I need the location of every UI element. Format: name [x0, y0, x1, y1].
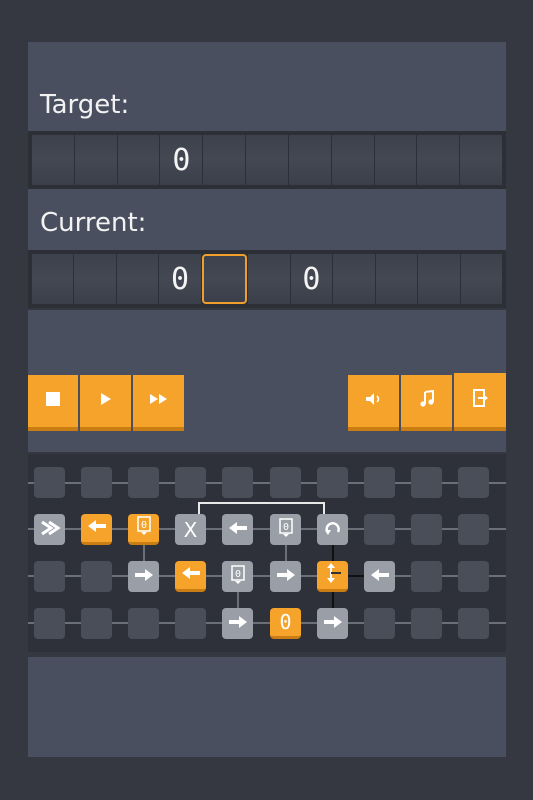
board-slot-empty[interactable] — [364, 514, 395, 545]
board-node-read-cell[interactable]: 0 — [270, 514, 301, 545]
board-slot-empty[interactable] — [364, 467, 395, 498]
stop-icon — [45, 391, 61, 411]
read-cell-icon: 0 — [230, 564, 246, 589]
target-tape-cell — [74, 135, 117, 185]
current-tape-cell — [248, 254, 290, 304]
current-tape-cell — [32, 254, 74, 304]
board-slot-empty[interactable] — [458, 561, 489, 592]
board-slot-empty[interactable] — [317, 467, 348, 498]
arrow-right-icon — [227, 614, 249, 634]
arrow-left-icon — [369, 567, 391, 587]
target-tape: 0 — [28, 131, 506, 189]
board-slot-empty[interactable] — [175, 467, 206, 498]
exit-icon — [471, 388, 489, 412]
svg-text:0: 0 — [234, 569, 240, 580]
play-button[interactable] — [80, 375, 131, 431]
board-slot-empty[interactable] — [34, 467, 65, 498]
board-node-read-cell[interactable]: 0 — [222, 561, 253, 592]
current-tape-cell — [116, 254, 159, 304]
board-slot-empty[interactable] — [411, 561, 442, 592]
branch-icon — [323, 562, 343, 588]
target-tape-cell: 0 — [160, 135, 203, 185]
target-tape-cell — [117, 135, 160, 185]
sound-button[interactable] — [348, 375, 399, 431]
arrow-left-icon — [86, 518, 108, 538]
target-tape-cell — [417, 135, 460, 185]
svg-text:0: 0 — [140, 520, 146, 531]
board-slot-empty[interactable] — [34, 561, 65, 592]
target-tape-cell — [331, 135, 374, 185]
speaker-icon — [364, 391, 384, 411]
read-cell-icon: 0 — [278, 517, 294, 542]
current-tape-cell: 0 — [159, 254, 201, 304]
start-icon — [39, 520, 61, 540]
current-tape-cell: 0 — [290, 254, 333, 304]
current-tape-cell — [460, 254, 502, 304]
program-board: 0 X 0 0 0 — [28, 454, 506, 652]
board-slot-empty[interactable] — [458, 467, 489, 498]
current-tape-cell — [74, 254, 116, 304]
board-slot-empty[interactable] — [81, 467, 112, 498]
exit-button[interactable] — [454, 373, 506, 431]
fast-forward-icon — [148, 391, 170, 411]
svg-text:0: 0 — [282, 522, 288, 533]
current-label: Current: — [40, 208, 147, 238]
current-tape: 00 — [28, 250, 506, 308]
read-cell-icon: 0 — [136, 516, 152, 540]
board-slot-empty[interactable] — [128, 467, 159, 498]
board-node-loop[interactable] — [317, 514, 348, 545]
current-tape-cell — [333, 254, 375, 304]
arrow-right-icon — [275, 567, 297, 587]
x-icon: X — [183, 517, 198, 542]
play-icon — [99, 391, 113, 411]
fast-forward-button[interactable] — [133, 375, 184, 431]
board-node-branch[interactable] — [317, 561, 348, 592]
target-tape-cell — [374, 135, 417, 185]
stop-button[interactable] — [28, 375, 78, 431]
board-slot-empty[interactable] — [81, 608, 112, 639]
board-node-arrow-right[interactable] — [270, 561, 301, 592]
target-tape-cell — [203, 135, 246, 185]
board-node-read-cell[interactable]: 0 — [128, 514, 159, 545]
board-node-zero-literal[interactable]: 0 — [270, 608, 301, 639]
target-tape-cell — [288, 135, 331, 185]
board-slot-empty[interactable] — [411, 467, 442, 498]
current-tape-cell — [201, 254, 248, 304]
board-slot-empty[interactable] — [411, 514, 442, 545]
target-tape-cell — [460, 135, 502, 185]
current-tape-cell — [375, 254, 418, 304]
board-node-start[interactable] — [34, 514, 65, 545]
board-node-arrow-left[interactable] — [81, 514, 112, 545]
board-slot-empty[interactable] — [128, 608, 159, 639]
board-slot-empty[interactable] — [34, 608, 65, 639]
board-slot-empty[interactable] — [222, 467, 253, 498]
target-label: Target: — [40, 90, 130, 120]
board-node-arrow-left[interactable] — [175, 561, 206, 592]
board-slot-empty[interactable] — [270, 467, 301, 498]
bottom-panel — [28, 657, 506, 757]
board-slot-empty[interactable] — [364, 608, 395, 639]
board-slot-empty[interactable] — [458, 608, 489, 639]
board-node-arrow-right[interactable] — [222, 608, 253, 639]
target-tape-cell — [32, 135, 74, 185]
board-slot-empty[interactable] — [175, 608, 206, 639]
board-slot-empty[interactable] — [458, 514, 489, 545]
board-node-arrow-right[interactable] — [128, 561, 159, 592]
board-node-arrow-left[interactable] — [364, 561, 395, 592]
board-node-x[interactable]: X — [175, 514, 206, 545]
zero-literal-icon: 0 — [279, 610, 292, 634]
board-slot-empty[interactable] — [81, 561, 112, 592]
music-button[interactable] — [401, 375, 452, 431]
current-tape-cell — [418, 254, 460, 304]
arrow-left-icon — [227, 520, 249, 540]
board-node-arrow-right[interactable] — [317, 608, 348, 639]
loop-icon — [323, 518, 343, 542]
board-node-arrow-left[interactable] — [222, 514, 253, 545]
target-tape-cell — [246, 135, 288, 185]
board-slot-empty[interactable] — [411, 608, 442, 639]
music-note-icon — [419, 389, 435, 412]
arrow-right-icon — [322, 614, 344, 634]
arrow-left-icon — [180, 565, 202, 585]
arrow-right-icon — [133, 567, 155, 587]
